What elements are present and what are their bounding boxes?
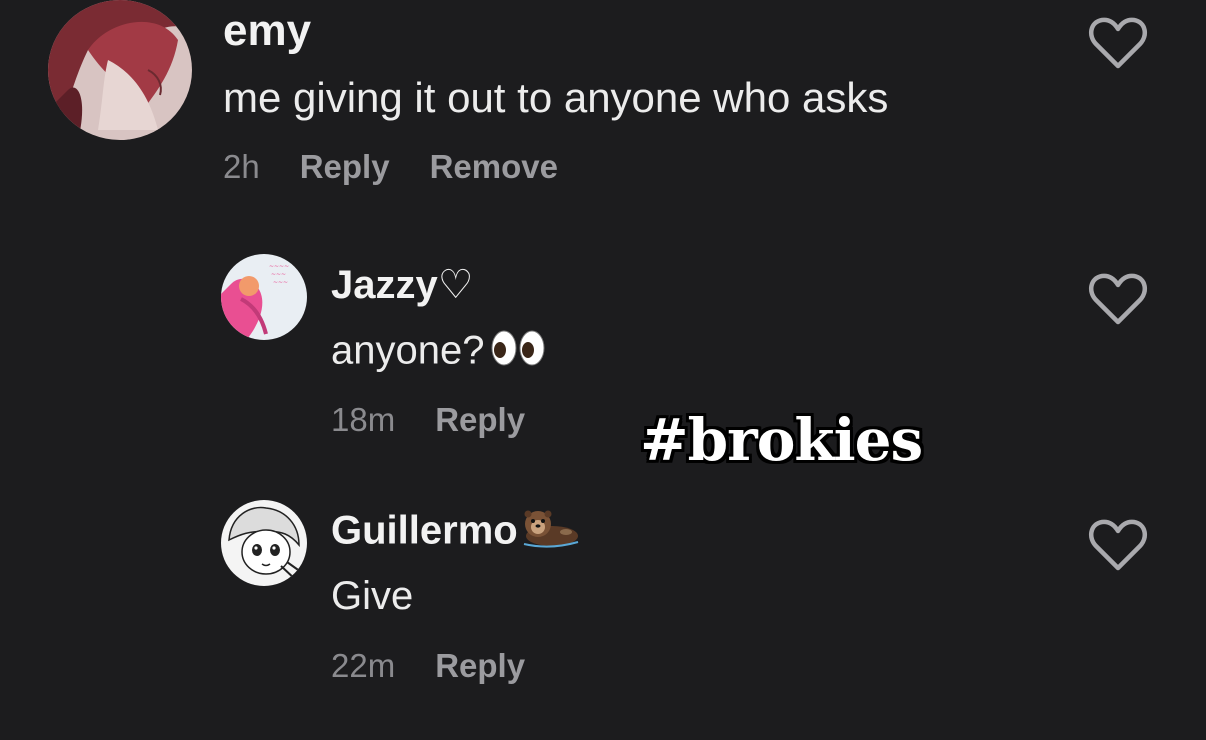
otter-emoji-icon: [520, 506, 580, 560]
svg-text:~~~: ~~~: [271, 271, 286, 278]
comment-username[interactable]: Jazzy♡: [331, 262, 474, 308]
remove-button[interactable]: Remove: [430, 148, 558, 186]
reply-button[interactable]: Reply: [435, 647, 525, 685]
avatar-image: [48, 0, 192, 140]
reply-button[interactable]: Reply: [435, 401, 525, 439]
like-heart-icon[interactable]: [1088, 16, 1148, 70]
username-text: Jazzy: [331, 263, 438, 307]
username-text: Guillermo: [331, 508, 518, 553]
like-heart-icon[interactable]: [1088, 272, 1148, 326]
avatar-image: ~~~~ ~~~ ~~~: [221, 254, 307, 340]
like-heart-icon[interactable]: [1088, 518, 1148, 572]
reply-button[interactable]: Reply: [300, 148, 390, 186]
comment-text: Give: [331, 574, 414, 618]
comment-username[interactable]: emy: [223, 6, 311, 56]
avatar-image: [221, 500, 307, 586]
comment-meta: 2h Reply Remove: [223, 148, 558, 186]
username-heart-glyph: ♡: [437, 263, 474, 307]
avatar[interactable]: [221, 500, 307, 586]
svg-text:~~~~: ~~~~: [269, 263, 289, 270]
comment-text: anyone?: [331, 328, 546, 378]
svg-text:~~~: ~~~: [273, 279, 288, 286]
comment-username[interactable]: Guillermo: [331, 506, 580, 560]
comment-text: me giving it out to anyone who asks: [223, 74, 889, 121]
avatar[interactable]: [48, 0, 192, 140]
comment-meta: 18m Reply: [331, 401, 525, 439]
comment-meta: 22m Reply: [331, 647, 525, 685]
comment-timestamp: 22m: [331, 647, 396, 684]
comment-timestamp: 18m: [331, 401, 396, 438]
hashtag-overlay-text: #brokies: [640, 406, 923, 474]
avatar[interactable]: ~~~~ ~~~ ~~~: [221, 254, 307, 340]
eyes-emoji-icon: [490, 328, 546, 378]
comment-timestamp: 2h: [223, 148, 260, 185]
comment-text-content: anyone?: [331, 328, 485, 373]
